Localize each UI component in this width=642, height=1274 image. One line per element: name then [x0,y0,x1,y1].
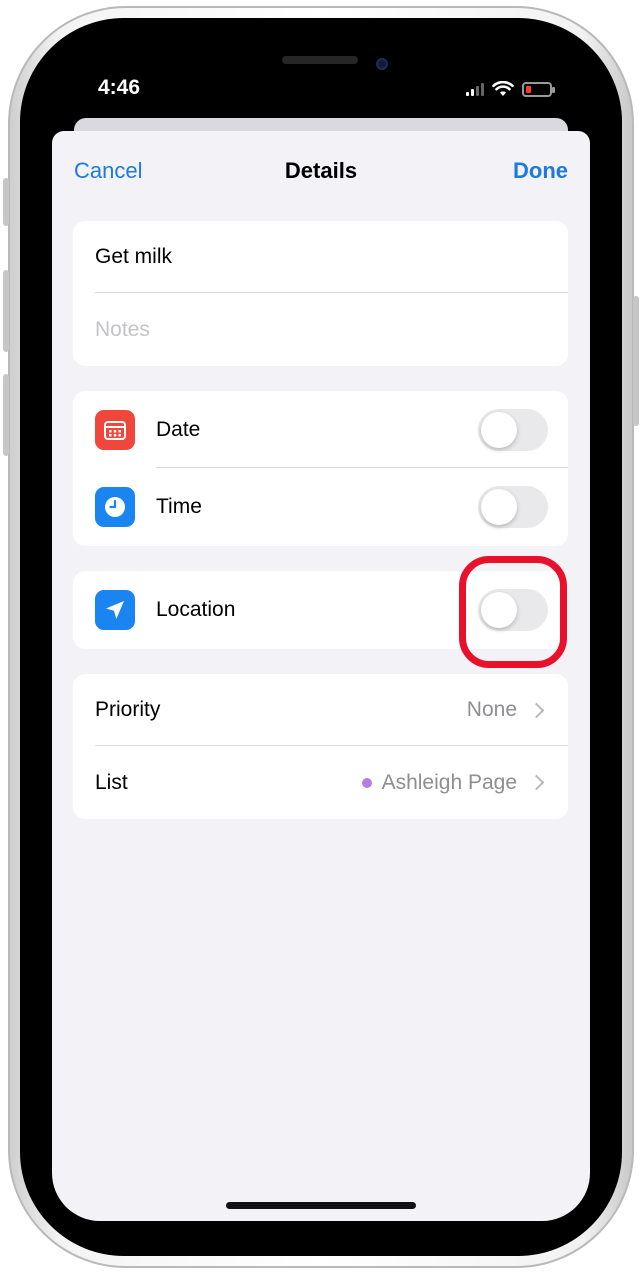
volume-up-button [3,270,9,352]
list-value-wrap: Ashleigh Page [361,770,546,795]
battery-icon [522,81,555,97]
notes-input[interactable] [95,317,545,342]
toggle-knob [481,489,517,525]
notes-row [73,293,568,366]
calendar-icon [95,409,135,450]
volume-down-button [3,374,9,456]
home-indicator[interactable] [226,1202,416,1209]
toggle-knob [481,592,517,628]
priority-value-wrap: None [467,698,546,722]
list-color-dot [361,777,372,788]
date-label: Date [156,417,201,441]
list-value: Ashleigh Page [381,770,517,794]
chevron-right-icon [528,774,545,791]
done-button[interactable]: Done [513,158,568,184]
toggle-knob [481,411,517,448]
time-row: Time [73,468,568,546]
time-toggle[interactable] [478,486,548,528]
task-title-input[interactable] [95,245,545,269]
location-label: Location [156,598,236,621]
location-toggle[interactable] [478,589,548,631]
list-row[interactable]: List Ashleigh Page [73,746,568,819]
date-toggle[interactable] [478,408,548,451]
task-text-group [73,221,568,366]
title-row [73,221,568,293]
date-row: Date [73,391,568,468]
schedule-group: Date Time [73,391,568,546]
location-arrow-icon [95,590,135,630]
location-group: Location [73,571,568,649]
power-button [633,296,639,426]
page-title: Details [284,158,358,183]
time-label: Time [156,495,202,518]
list-label: List [95,770,128,794]
wifi-icon [492,81,514,96]
mute-switch [3,178,9,226]
status-icons [466,78,555,100]
cellular-signal-icon [466,82,484,96]
nav-bar: Cancel Details Done [52,131,590,211]
priority-label: Priority [95,698,161,721]
chevron-right-icon [528,702,545,718]
priority-value: None [466,698,517,721]
clock-icon [95,487,135,527]
priority-row[interactable]: Priority None [73,674,568,746]
front-camera [376,58,388,70]
details-sheet: Cancel Details Done Date [52,131,590,1221]
location-row: Location [73,571,568,649]
status-time: 4:46 [98,76,141,99]
options-group: Priority None List Ashleigh Page [73,674,568,819]
earpiece-speaker [282,56,358,64]
